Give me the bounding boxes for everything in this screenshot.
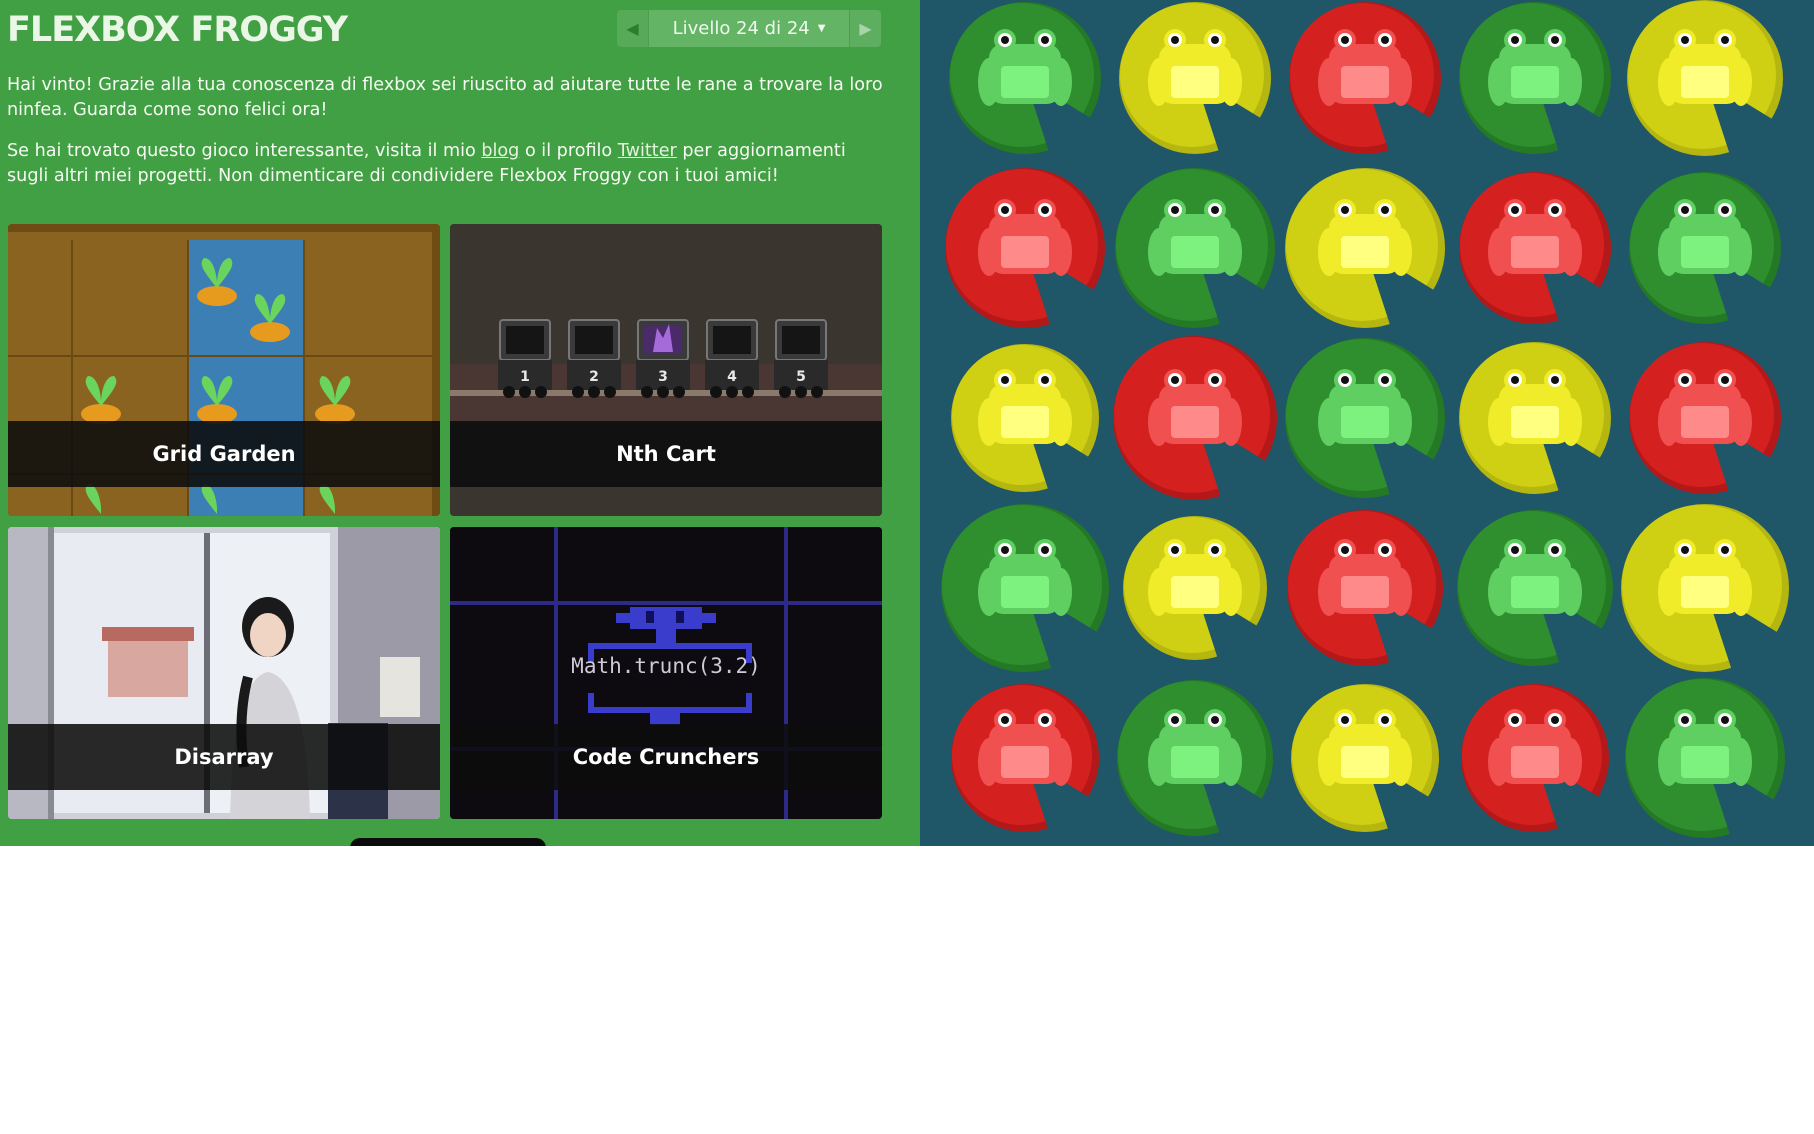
previous-level-button[interactable]: ◀ [617,10,648,47]
mine-cart: 1 [498,319,552,398]
promo-message: Se hai trovato questo gioco interessante… [7,139,887,188]
game-card-code-crunchers[interactable]: Math.trunc(3.2) Code Crunchers [450,527,882,819]
game-card-title: Disarray [8,724,440,790]
mine-cart: 5 [774,319,828,398]
share-button[interactable] [350,838,546,846]
level-navigation: ◀ Livello 24 di 24 ▼ ▶ [617,10,881,47]
cart-number: 2 [589,369,599,385]
game-card-title: Nth Cart [450,421,882,487]
page-title: FLEXBOX FROGGY [7,10,348,50]
blog-link[interactable]: blog [481,141,519,161]
carts: 1 2 3 4 5 [498,319,828,398]
game-card-grid-garden[interactable]: Grid Garden [8,224,440,516]
game-card-title: Grid Garden [8,421,440,487]
triangle-left-icon: ◀ [626,19,639,38]
game-card-disarray[interactable]: Disarray [8,527,440,819]
caret-down-icon: ▼ [817,23,826,34]
mine-cart: 4 [705,319,759,398]
sidebar: FLEXBOX FROGGY ◀ Livello 24 di 24 ▼ ▶ Ha… [0,0,920,846]
cart-number: 1 [520,369,530,385]
game-board [920,0,1814,846]
twitter-link[interactable]: Twitter [618,141,677,161]
cart-number: 4 [727,369,737,385]
triangle-right-icon: ▶ [859,19,872,38]
level-dropdown[interactable]: Livello 24 di 24 ▼ [648,10,850,47]
lilypad-board [941,0,1789,844]
win-message: Hai vinto! Grazie alla tua conoscenza di… [7,75,883,120]
game-card-title: Code Crunchers [450,724,882,790]
promo-text-middle: o il profilo [519,141,618,161]
promo-text-start: Se hai trovato questo gioco interessante… [7,141,482,161]
cart-number: 3 [658,369,668,385]
cart-number: 5 [796,369,806,385]
code-snippet: Math.trunc(3.2) [571,654,761,678]
game-card-nth-cart[interactable]: 1 2 3 4 5 Nth Cart [450,224,882,516]
mine-cart: 2 [567,319,621,398]
next-level-button[interactable]: ▶ [850,10,881,47]
mine-cart: 3 [636,319,690,398]
level-indicator: Livello 24 di 24 [672,18,810,39]
